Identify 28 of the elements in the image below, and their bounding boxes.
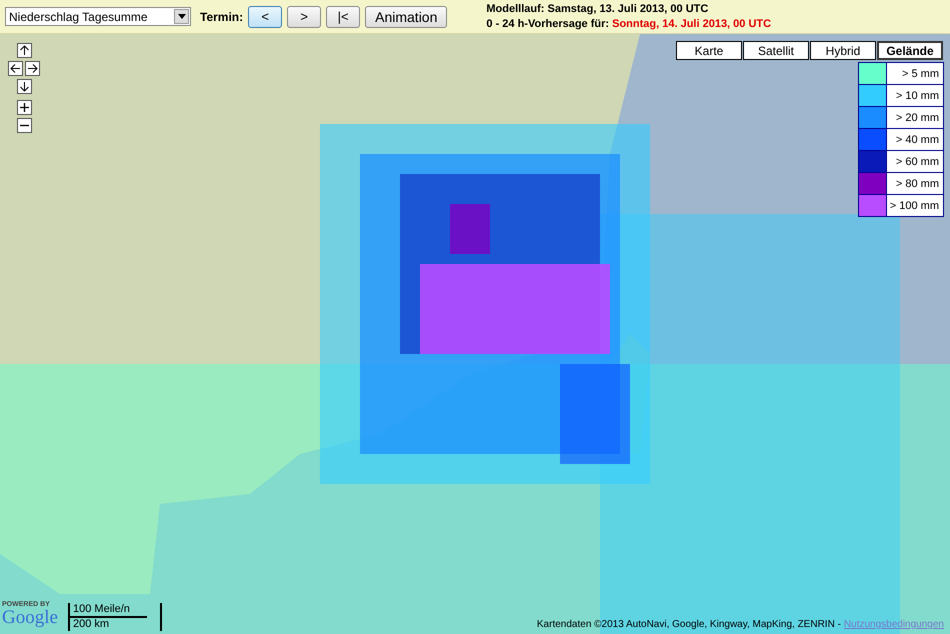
zoom-out-button[interactable] [17, 118, 32, 133]
scale-label: 200 km [72, 618, 110, 631]
forecast-date: Sonntag, 14. Juli 2013, 00 UTC [612, 18, 772, 30]
map-type-tab[interactable]: Karte [676, 41, 742, 60]
pan-down-button[interactable] [17, 79, 32, 94]
animation-button[interactable]: Animation [365, 6, 448, 28]
forecast-label: 0 - 24 h-Vorhersage für: [486, 18, 610, 30]
zoom-in-button[interactable] [17, 100, 32, 115]
product-dropdown[interactable]: Niederschlag Tagesumme [5, 7, 191, 26]
plus-icon [19, 102, 30, 113]
previous-button[interactable]: < [248, 6, 282, 28]
next-button[interactable]: > [287, 6, 322, 28]
attribution-text: Kartendaten ©2013 AutoNavi, Google, Kingway, MapKing, ZENRIN - [536, 619, 841, 630]
first-button[interactable]: |< [326, 6, 360, 28]
map-drawing[interactable] [0, 34, 950, 634]
down-arrow-icon [19, 81, 30, 92]
pan-up-button[interactable] [17, 43, 32, 58]
pan-right-button[interactable] [25, 61, 40, 76]
scale-label: 100 Meile/n [70, 603, 147, 618]
map-type-tab[interactable]: Gelände [877, 41, 943, 60]
map-type-tab[interactable]: Satellit [743, 41, 809, 60]
right-arrow-icon [27, 63, 38, 74]
pan-left-button[interactable] [8, 61, 23, 76]
model-run-text: Modelllauf: Samstag, 13. Juli 2013, 00 UTC [486, 2, 710, 16]
left-arrow-icon [10, 63, 21, 74]
up-arrow-icon [19, 45, 30, 56]
termin-label: Termin: [200, 10, 244, 24]
map-type-tab[interactable]: Hybrid [810, 41, 876, 60]
